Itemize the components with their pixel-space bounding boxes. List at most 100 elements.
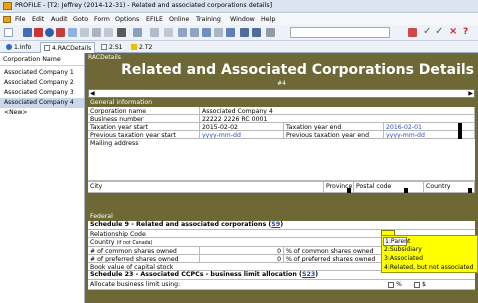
general-info-section: General information [90,99,153,106]
menu-file[interactable]: File [15,16,26,23]
option-subsidiary[interactable]: 2:Subsidiary [384,246,422,253]
field-marker [458,123,462,139]
tab-racdetails[interactable]: 4.RACDetails [40,42,96,53]
app-icon [3,2,12,10]
sidebar-item-associated-company-3[interactable]: Associated Company 3 [0,88,84,98]
option-associated[interactable]: 3:Associated [384,255,423,262]
relationship-code-dropdown[interactable]: 1:Parent 2:Subsidiary 3:Associated 4:Rel… [381,235,478,273]
form-icon [44,44,50,51]
sidebar-item-associated-company-2[interactable]: Associated Company 2 [0,78,84,88]
window-title: PROFILE - [T2: Jeffrey (2014-12-31) - Re… [15,2,273,9]
allocate-business-limit-row: Allocate business limit using: % $ [88,280,475,290]
tab-info[interactable]: 1.Info [3,42,34,53]
province-marker [347,188,351,193]
business-number-row: Business number 22222 2226 RC 0001 [88,115,475,123]
dollar-option-label: $ [422,281,426,288]
percent-checkbox[interactable] [388,282,394,288]
menu-edit[interactable]: Edit [32,16,44,23]
sidebar-item-new[interactable]: <New> [0,108,84,118]
schedule-9-heading: Schedule 9 - Related and associated corp… [88,221,475,230]
info-icon [6,43,12,50]
title-bar: PROFILE - [T2: Jeffrey (2014-12-31) - Re… [0,0,478,13]
scroll-left-icon[interactable]: ◀ [90,90,95,97]
business-number-field[interactable]: 22222 2226 RC 0001 [200,115,475,123]
city-label: City [88,182,324,193]
scroll-right-icon[interactable]: ▶ [468,90,473,97]
option-related-not-associated[interactable]: 4:Related, but not associated [384,264,474,271]
corporation-name-row: Corporation name Associated Company 4 [88,107,475,115]
preferred-shares-field[interactable]: 0 [200,255,284,263]
menu-goto[interactable]: Goto [73,16,88,23]
previous-taxation-year-row: Previous taxation year start yyyy-mm-dd … [88,131,475,139]
taxation-year-end-label: Taxation year end [284,123,384,131]
sidebar-item-associated-company-1[interactable]: Associated Company 1 [0,68,84,78]
corporation-name-label: Corporation name [88,107,200,115]
save-icon[interactable] [34,28,43,37]
help-icon[interactable]: ? [463,27,468,37]
new-file-icon[interactable] [4,28,13,37]
tab-bar: 1.Info 4.RACDetails 2.S1 2.T2 [0,41,478,53]
check-icon[interactable]: ✓ [423,26,431,37]
next-form-icon[interactable] [190,28,199,37]
sidebar-item-associated-company-4[interactable]: Associated Company 4 [0,98,84,108]
taxation-year-start-field[interactable]: 2015-02-02 [200,123,284,131]
form-title: Related and Associated Corporations Deta… [121,62,474,78]
open-folder-icon[interactable] [23,28,32,37]
menu-window[interactable]: Window [230,16,255,23]
form-tag: RACDetails [88,54,121,61]
double-check-icon[interactable]: ✓ [435,26,443,37]
tab-t2[interactable]: 2.T2 [128,42,155,53]
menu-training[interactable]: Training [196,16,221,23]
common-shares-label: # of common shares owned [88,247,200,255]
form-icon [101,43,107,50]
s23-link[interactable]: S23 [302,271,315,278]
profile-icon[interactable] [408,28,417,37]
toolbar-field[interactable] [290,27,390,38]
tab-s1[interactable]: 2.S1 [98,42,126,53]
print-icon[interactable] [240,28,249,37]
menu-form[interactable]: Form [94,16,110,23]
common-shares-field[interactable]: 0 [200,247,284,255]
postal-code-label: Postal code [354,182,424,193]
menu-audit[interactable]: Audit [51,16,68,23]
calc-icon[interactable] [266,28,275,37]
columns-icon[interactable] [164,28,173,37]
view-icon[interactable] [214,28,223,37]
forward-arrow-icon[interactable] [133,28,142,37]
preview-icon[interactable] [226,28,235,37]
postal-marker [404,188,408,193]
paste-icon[interactable] [92,28,101,37]
format-icon[interactable] [104,28,113,37]
prev-taxation-year-start-field[interactable]: yyyy-mm-dd [200,131,284,139]
menu-online[interactable]: Online [169,16,189,23]
menu-efile[interactable]: EFILE [146,16,163,23]
globe-icon[interactable] [45,28,54,37]
horizontal-scrollbar[interactable]: ◀ ▶ [88,89,475,98]
zoom-icon[interactable] [202,28,211,37]
business-number-label: Business number [88,115,200,123]
menu-options[interactable]: Options [115,16,139,23]
mailing-address-row: Mailing address [88,139,475,181]
city-row: City Province Postal code Country [88,181,475,193]
menu-help[interactable]: Help [261,16,275,23]
table-icon[interactable] [150,28,159,37]
toolbar: ✓ ✓ × ? [0,25,478,41]
pct-common-shares-label: % of common shares owned [284,247,384,255]
option-parent[interactable]: 1:Parent [383,237,410,246]
prev-form-icon[interactable] [178,28,187,37]
dollar-checkbox[interactable] [414,282,420,288]
print-form-icon[interactable] [252,28,261,37]
s9-link[interactable]: S9 [271,221,280,228]
mailing-address-label: Mailing address [88,139,475,181]
find-icon[interactable] [68,28,77,37]
record-number: #4 [277,80,286,87]
preferred-shares-label: # of preferred shares owned [88,255,200,263]
corporation-name-field[interactable]: Associated Company 4 [200,107,475,115]
taxation-year-row: Taxation year start 2015-02-02 Taxation … [88,123,475,131]
taxation-year-start-label: Taxation year start [88,123,200,131]
close-x-icon[interactable]: × [449,26,457,37]
sidebar-header: Corporation Name [0,53,84,66]
back-arrow-icon[interactable] [117,28,126,37]
stop-icon[interactable] [56,28,65,37]
copy-icon[interactable] [80,28,89,37]
